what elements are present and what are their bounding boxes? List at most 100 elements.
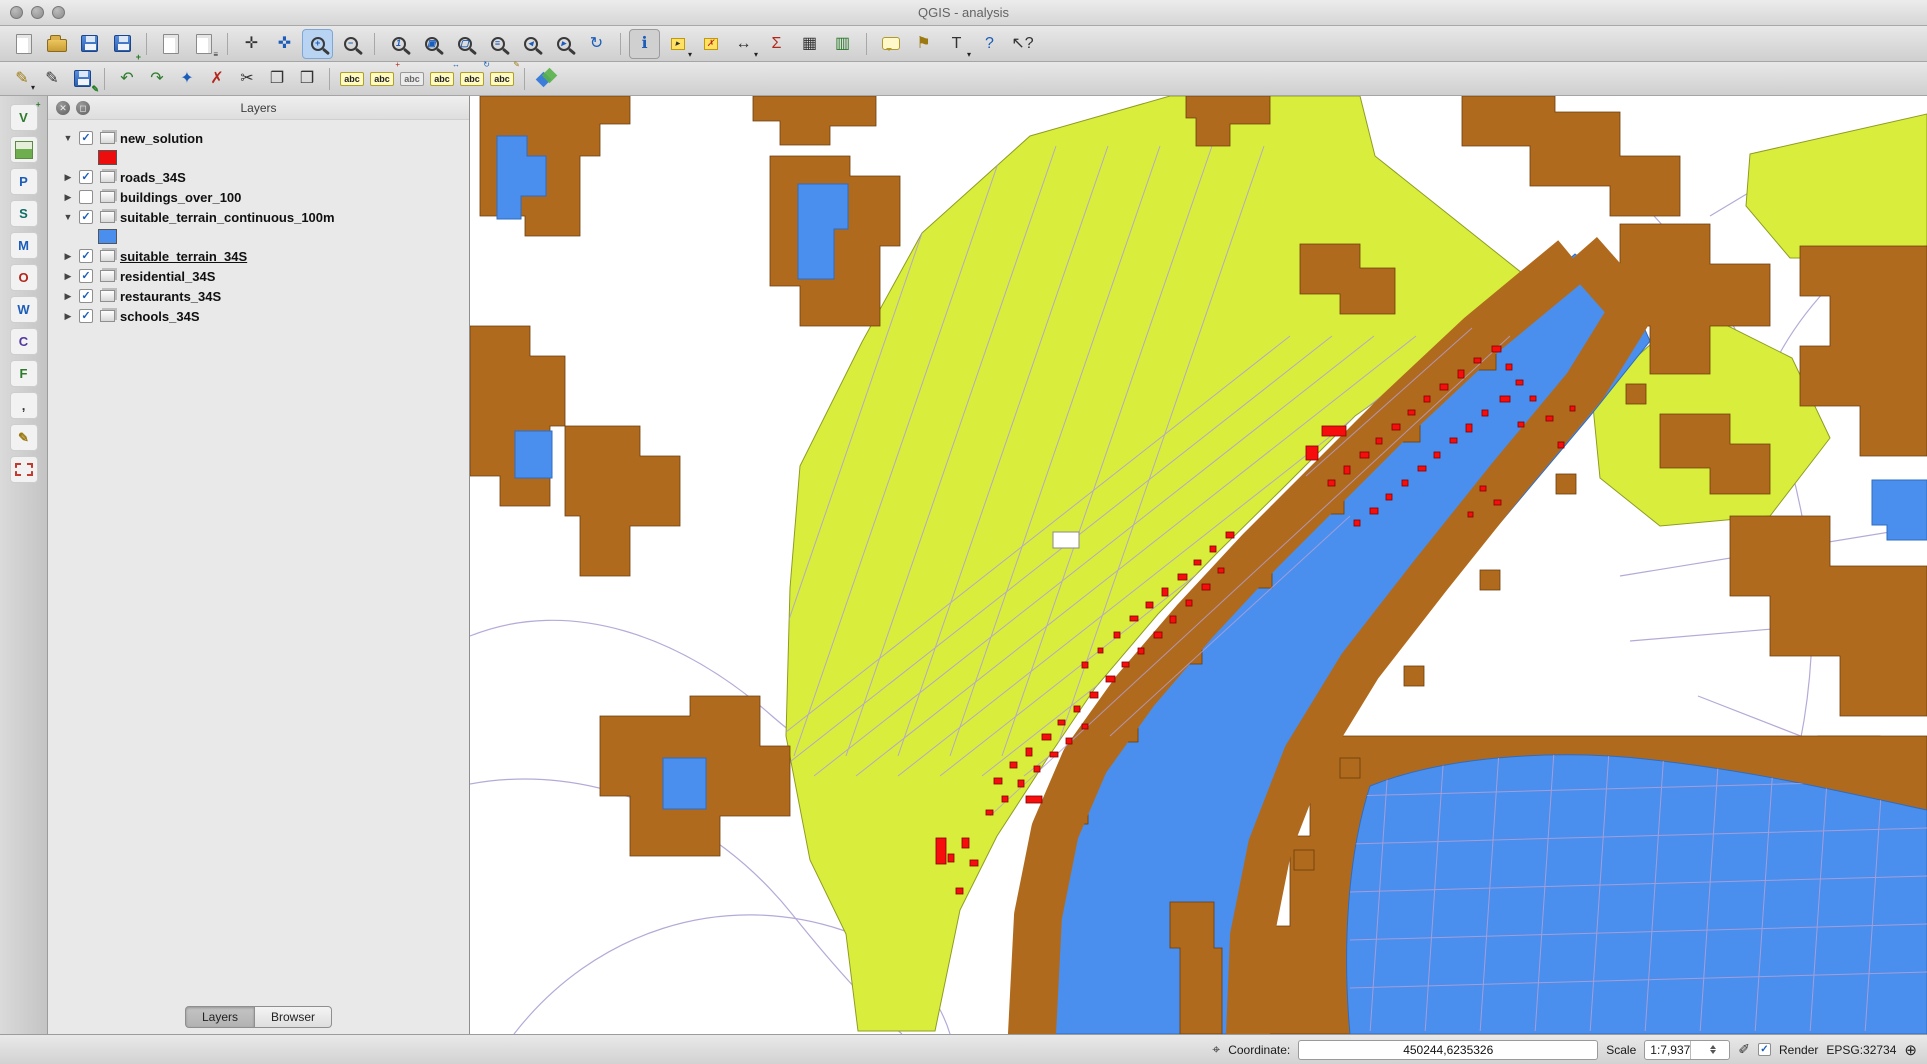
expand-arrow-icon[interactable]: ▶: [62, 251, 74, 262]
save-project-button[interactable]: [74, 29, 105, 59]
new-project-button[interactable]: [8, 29, 39, 59]
coordinate-input[interactable]: [1298, 1040, 1598, 1060]
help-button[interactable]: ?: [974, 29, 1005, 59]
statistics-button[interactable]: ▥: [827, 29, 858, 59]
minimize-window-button[interactable]: [31, 6, 44, 19]
add-raster-layer-button[interactable]: [10, 136, 38, 163]
layer-checkbox[interactable]: ✓: [79, 269, 93, 283]
layer-checkbox[interactable]: ✓: [79, 289, 93, 303]
dropdown-icon[interactable]: ▾: [754, 50, 758, 59]
map-canvas[interactable]: [470, 96, 1927, 1034]
zoom-next-button[interactable]: ▸: [548, 29, 579, 59]
text-annotation-button[interactable]: T▾: [941, 29, 972, 59]
toggle-editing-button[interactable]: ✎: [38, 65, 66, 92]
layer-row-restaurants[interactable]: ▶ ✓ restaurants_34S: [62, 286, 469, 306]
expand-arrow-icon[interactable]: ▶: [62, 291, 74, 302]
attribute-table-button[interactable]: ▦: [794, 29, 825, 59]
zoom-in-button[interactable]: +: [302, 29, 333, 59]
symbology-row[interactable]: [62, 148, 469, 167]
tab-browser[interactable]: Browser: [255, 1006, 332, 1028]
layer-row-residential[interactable]: ▶ ✓ residential_34S: [62, 266, 469, 286]
deselect-features-button[interactable]: ✗: [695, 29, 726, 59]
layer-label[interactable]: buildings_over_100: [120, 190, 241, 205]
cut-features-button[interactable]: ✂: [233, 65, 261, 92]
close-window-button[interactable]: [10, 6, 23, 19]
add-postgis-layer-button[interactable]: P: [10, 168, 38, 195]
scale-combobox[interactable]: 1:7,937: [1644, 1040, 1730, 1060]
add-spatialite-layer-button[interactable]: S: [10, 200, 38, 227]
zoom-window-button[interactable]: [52, 6, 65, 19]
add-vector-layer-button[interactable]: V+: [10, 104, 38, 131]
spin-up-icon[interactable]: [1710, 1045, 1716, 1049]
layer-label[interactable]: residential_34S: [120, 269, 215, 284]
measure-button[interactable]: ↔▾: [728, 29, 759, 59]
layer-row-roads[interactable]: ▶ ✓ roads_34S: [62, 167, 469, 187]
layer-checkbox[interactable]: ✓: [79, 309, 93, 323]
new-shapefile-layer-button[interactable]: ✎: [10, 424, 38, 451]
stop-rendering-icon[interactable]: ✐: [1738, 1041, 1750, 1058]
tab-layers[interactable]: Layers: [185, 1006, 255, 1028]
scale-spinner[interactable]: [1690, 1041, 1729, 1059]
expand-arrow-icon[interactable]: ▶: [62, 192, 74, 203]
map-tips-button[interactable]: [875, 29, 906, 59]
layer-label[interactable]: schools_34S: [120, 309, 200, 324]
layer-row-new-solution[interactable]: ▼ ✓ new_solution: [62, 128, 469, 148]
layer-checkbox[interactable]: ✓: [79, 210, 93, 224]
pin-labels-button[interactable]: abc+: [368, 65, 396, 92]
add-oracle-layer-button[interactable]: O: [10, 264, 38, 291]
layer-checkbox[interactable]: ✓: [79, 170, 93, 184]
pan-to-selection-button[interactable]: ✜: [269, 29, 300, 59]
crs-status-icon[interactable]: ⊕: [1904, 1041, 1917, 1059]
open-project-button[interactable]: [41, 29, 72, 59]
zoom-full-extent-button[interactable]: ▣: [416, 29, 447, 59]
change-label-button[interactable]: abc✎: [488, 65, 516, 92]
processing-toolbox-button[interactable]: [533, 65, 561, 92]
expand-arrow-icon[interactable]: ▶: [62, 271, 74, 282]
dropdown-icon[interactable]: ▾: [31, 83, 35, 92]
add-mssql-layer-button[interactable]: M: [10, 232, 38, 259]
layer-checkbox[interactable]: [79, 190, 93, 204]
save-project-as-button[interactable]: +: [107, 29, 138, 59]
add-wfs-layer-button[interactable]: F: [10, 360, 38, 387]
redo-edits-button[interactable]: ↷: [143, 65, 171, 92]
layer-label[interactable]: suitable_terrain_34S: [120, 249, 247, 264]
layer-label[interactable]: restaurants_34S: [120, 289, 221, 304]
coordinate-capture-icon[interactable]: ⌖: [1212, 1041, 1220, 1058]
add-wcs-layer-button[interactable]: C: [10, 328, 38, 355]
zoom-to-layer-button[interactable]: ≡: [482, 29, 513, 59]
deselect-all-button[interactable]: [10, 456, 38, 483]
expand-arrow-icon[interactable]: ▶: [62, 311, 74, 322]
layer-label[interactable]: suitable_terrain_continuous_100m: [120, 210, 335, 225]
layer-row-buildings-over-100[interactable]: ▶ buildings_over_100: [62, 187, 469, 207]
spin-down-icon[interactable]: [1710, 1050, 1716, 1054]
dropdown-icon[interactable]: ▾: [967, 50, 971, 59]
paste-features-button[interactable]: ❒: [293, 65, 321, 92]
expand-arrow-icon[interactable]: ▼: [62, 133, 74, 143]
field-calculator-button[interactable]: Σ: [761, 29, 792, 59]
layer-row-suitable-terrain-continuous[interactable]: ▼ ✓ suitable_terrain_continuous_100m: [62, 207, 469, 227]
current-edits-button[interactable]: ✎▾: [8, 65, 36, 92]
select-features-button[interactable]: ▸▾: [662, 29, 693, 59]
composer-manager-button[interactable]: ≡: [188, 29, 219, 59]
labeling-button[interactable]: abc: [338, 65, 366, 92]
dropdown-icon[interactable]: ▾: [688, 50, 692, 59]
layer-row-schools[interactable]: ▶ ✓ schools_34S: [62, 306, 469, 326]
panel-float-button[interactable]: ◻: [76, 101, 90, 115]
zoom-last-button[interactable]: ◂: [515, 29, 546, 59]
layer-label[interactable]: roads_34S: [120, 170, 186, 185]
node-tool-button[interactable]: ✦: [173, 65, 201, 92]
symbology-row[interactable]: [62, 227, 469, 246]
layer-label[interactable]: new_solution: [120, 131, 203, 146]
new-bookmark-button[interactable]: ⚑: [908, 29, 939, 59]
layer-checkbox[interactable]: ✓: [79, 131, 93, 145]
copy-features-button[interactable]: ❐: [263, 65, 291, 92]
panel-close-button[interactable]: ✕: [56, 101, 70, 115]
add-delimited-text-layer-button[interactable]: ,: [10, 392, 38, 419]
delete-selected-button[interactable]: ✗: [203, 65, 231, 92]
refresh-map-button[interactable]: ↻: [581, 29, 612, 59]
zoom-out-button[interactable]: −: [335, 29, 366, 59]
expand-arrow-icon[interactable]: ▼: [62, 212, 74, 222]
move-label-button[interactable]: abc↔: [428, 65, 456, 92]
save-edits-button[interactable]: ✎: [68, 65, 96, 92]
whats-this-button[interactable]: ↖?: [1007, 29, 1038, 59]
